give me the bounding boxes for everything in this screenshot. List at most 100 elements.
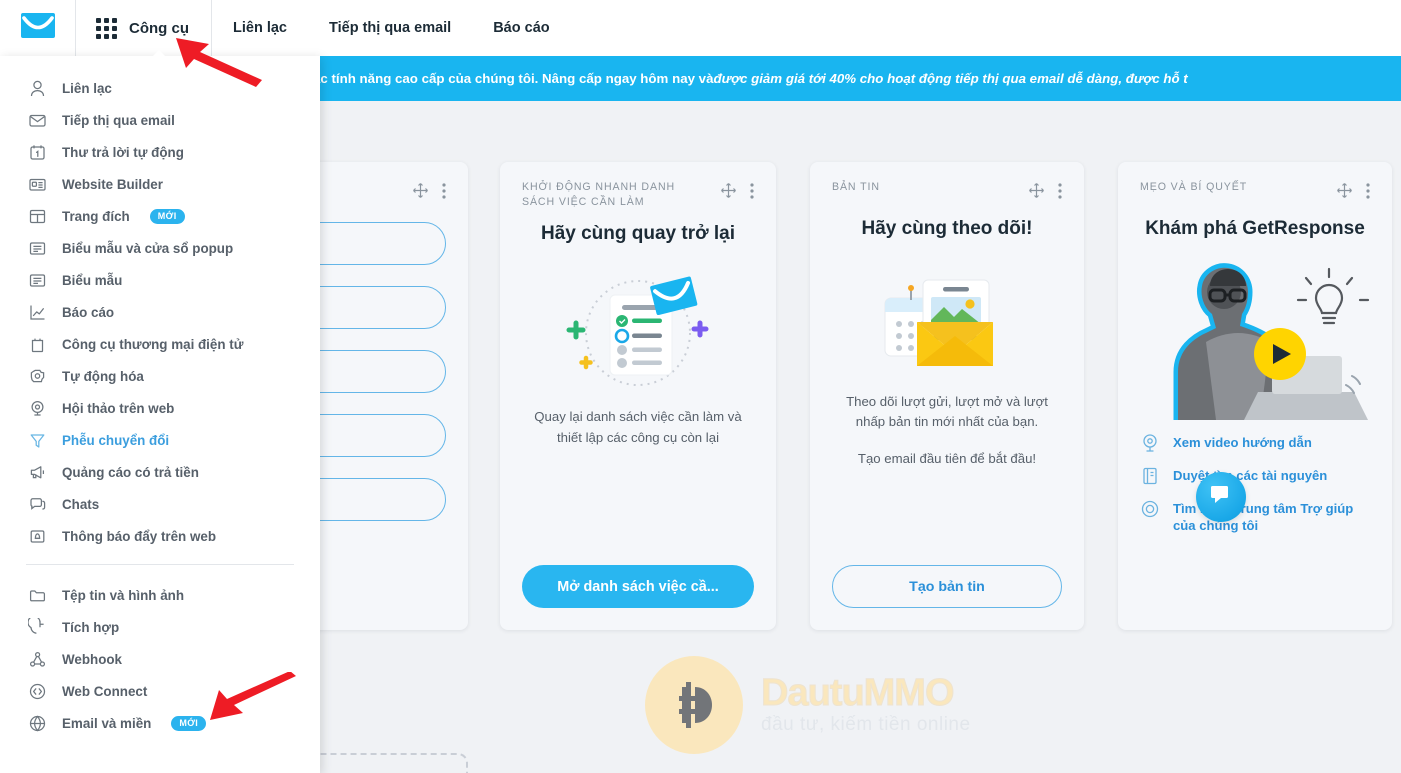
website-builder-icon	[26, 173, 48, 195]
nav-link-email-marketing[interactable]: Tiếp thị qua email	[308, 0, 472, 56]
chart-icon	[26, 301, 48, 323]
menu-item-label: Công cụ thương mại điện tử	[62, 336, 244, 352]
form-icon	[26, 269, 48, 291]
shopping-bag-icon	[26, 333, 48, 355]
badge-new: Mới	[171, 715, 207, 731]
chat-bubble-icon	[1210, 485, 1232, 510]
menu-item-label: Thư trả lời tự động	[62, 144, 184, 160]
lifebuoy-icon	[1140, 499, 1162, 521]
menu-item-reports[interactable]: Báo cáo	[0, 296, 320, 328]
menu-item-conversion-funnel[interactable]: Phễu chuyển đổi	[0, 424, 320, 456]
menu-item-label: Web Connect	[62, 683, 148, 699]
move-icon[interactable]	[720, 182, 737, 204]
tips-link-label: Duyệt tìm các tài nguyên	[1173, 468, 1328, 483]
card-title: Khám phá GetResponse	[1145, 218, 1365, 239]
menu-item-landing-page[interactable]: Trang đích Mới	[0, 200, 320, 232]
menu-item-ecommerce-tools[interactable]: Công cụ thương mại điện tử	[0, 328, 320, 360]
card-tips-and-tricks: MẸO VÀ BÍ QUYẾT Khám phá GetResponse Xem…	[1118, 162, 1392, 630]
top-navigation-bar: Công cụ Liên lạc Tiếp thị qua email Báo …	[0, 0, 1401, 56]
menu-item-label: Phễu chuyển đổi	[62, 432, 170, 448]
card-kicker: KHỞI ĐỘNG NHANH DANH SÁCH VIỆC CẦN LÀM	[522, 181, 676, 208]
menu-item-forms[interactable]: Biểu mẫu	[0, 264, 320, 296]
move-icon[interactable]	[1028, 182, 1045, 204]
chat-widget-button[interactable]	[1196, 472, 1246, 522]
card-tools	[412, 180, 446, 204]
menu-item-label: Quảng cáo có trả tiền	[62, 464, 199, 480]
create-newsletter-button[interactable]: Tạo bản tin	[832, 565, 1062, 608]
move-icon[interactable]	[412, 182, 429, 204]
code-icon	[26, 680, 48, 702]
dropdown-caret	[148, 50, 170, 61]
menu-item-label: Email và miền	[62, 715, 152, 731]
card-tools	[720, 180, 754, 204]
menu-item-contacts[interactable]: Liên lạc	[0, 72, 320, 104]
nav-link-contacts[interactable]: Liên lạc	[212, 0, 308, 56]
menu-item-label: Website Builder	[62, 176, 163, 192]
tips-link-label: Xem video hướng dẫn	[1173, 435, 1312, 450]
open-todo-list-button[interactable]: Mở danh sách việc cầ...	[522, 565, 754, 608]
promo-banner-emphasis: được giảm giá tới 40% cho hoạt động tiếp…	[713, 71, 1188, 86]
envelope-icon	[26, 109, 48, 131]
globe-icon	[26, 712, 48, 734]
menu-item-paid-ads[interactable]: Quảng cáo có trả tiền	[0, 456, 320, 488]
webinar-icon	[1140, 433, 1162, 455]
tips-link-help-center[interactable]: Tìm kiếm Trung tâm Trợ giúp của chúng tô…	[1140, 500, 1370, 535]
menu-item-forms-and-popups[interactable]: Biểu mẫu và cửa sổ popup	[0, 232, 320, 264]
more-vertical-icon[interactable]	[442, 182, 446, 204]
chat-icon	[26, 493, 48, 515]
app-logo[interactable]	[0, 0, 76, 56]
menu-item-webinars[interactable]: Hội thảo trên web	[0, 392, 320, 424]
funnel-icon	[26, 429, 48, 451]
tips-video-thumbnail[interactable]	[1140, 252, 1370, 420]
watermark-title: DautuMMO	[761, 672, 971, 714]
tools-menu-button[interactable]: Công cụ	[76, 0, 212, 56]
watermark-title-part2: MMO	[863, 672, 955, 714]
todo-illustration-icon	[522, 263, 754, 393]
form-popup-icon	[26, 237, 48, 259]
menu-item-label: Tích hợp	[62, 619, 120, 635]
bell-icon	[26, 525, 48, 547]
card-kicker: MẸO VÀ BÍ QUYẾT	[1140, 181, 1248, 193]
megaphone-icon	[26, 461, 48, 483]
tools-menu-label: Công cụ	[129, 19, 189, 37]
card-title: Hãy cùng theo dõi!	[861, 218, 1033, 239]
webinar-icon	[26, 397, 48, 419]
landing-page-icon	[26, 205, 48, 227]
menu-item-label: Chats	[62, 496, 100, 512]
menu-item-web-push-notifications[interactable]: Thông báo đẩy trên web	[0, 520, 320, 552]
menu-item-label: Biểu mẫu và cửa sổ popup	[62, 240, 234, 256]
menu-item-chats[interactable]: Chats	[0, 488, 320, 520]
nav-link-reports[interactable]: Báo cáo	[472, 0, 570, 56]
menu-item-label: Thông báo đẩy trên web	[62, 528, 216, 544]
more-vertical-icon[interactable]	[750, 182, 754, 204]
menu-item-web-connect[interactable]: Web Connect	[0, 675, 320, 707]
badge-new: Mới	[149, 208, 185, 224]
integration-icon	[26, 616, 48, 638]
menu-item-webhook[interactable]: Webhook	[0, 643, 320, 675]
menu-item-website-builder[interactable]: Website Builder	[0, 168, 320, 200]
card-body-text-1: Theo dõi lượt gửi, lượt mở và lượt nhấp …	[846, 394, 1048, 430]
card-header: MẸO VÀ BÍ QUYẾT	[1140, 180, 1370, 204]
webhook-icon	[26, 648, 48, 670]
menu-item-integrations[interactable]: Tích hợp	[0, 611, 320, 643]
menu-item-autoresponder[interactable]: Thư trả lời tự động	[0, 136, 320, 168]
tips-link-browse-resources[interactable]: Duyệt tìm các tài nguyên	[1140, 467, 1370, 488]
watermark-text: DautuMMO đầu tư, kiếm tiền online	[761, 674, 971, 736]
menu-item-files-and-images[interactable]: Tệp tin và hình ảnh	[0, 579, 320, 611]
menu-item-label: Liên lạc	[62, 80, 112, 96]
menu-item-automation[interactable]: Tự động hóa	[0, 360, 320, 392]
card-tools	[1336, 180, 1370, 204]
user-icon	[26, 77, 48, 99]
menu-item-email-marketing[interactable]: Tiếp thị qua email	[0, 104, 320, 136]
card-todo-list: KHỞI ĐỘNG NHANH DANH SÁCH VIỆC CẦN LÀM H…	[500, 162, 776, 630]
tips-link-watch-tutorial[interactable]: Xem video hướng dẫn	[1140, 434, 1370, 455]
more-vertical-icon[interactable]	[1366, 182, 1370, 204]
menu-item-label: Webhook	[62, 651, 123, 667]
more-vertical-icon[interactable]	[1058, 182, 1062, 204]
menu-item-email-and-domains[interactable]: Email và miền Mới	[0, 707, 320, 739]
card-kicker: BẢN TIN	[832, 181, 880, 193]
card-header: BẢN TIN	[832, 180, 1062, 204]
calendar-icon	[26, 141, 48, 163]
menu-item-label: Báo cáo	[62, 304, 115, 320]
move-icon[interactable]	[1336, 182, 1353, 204]
